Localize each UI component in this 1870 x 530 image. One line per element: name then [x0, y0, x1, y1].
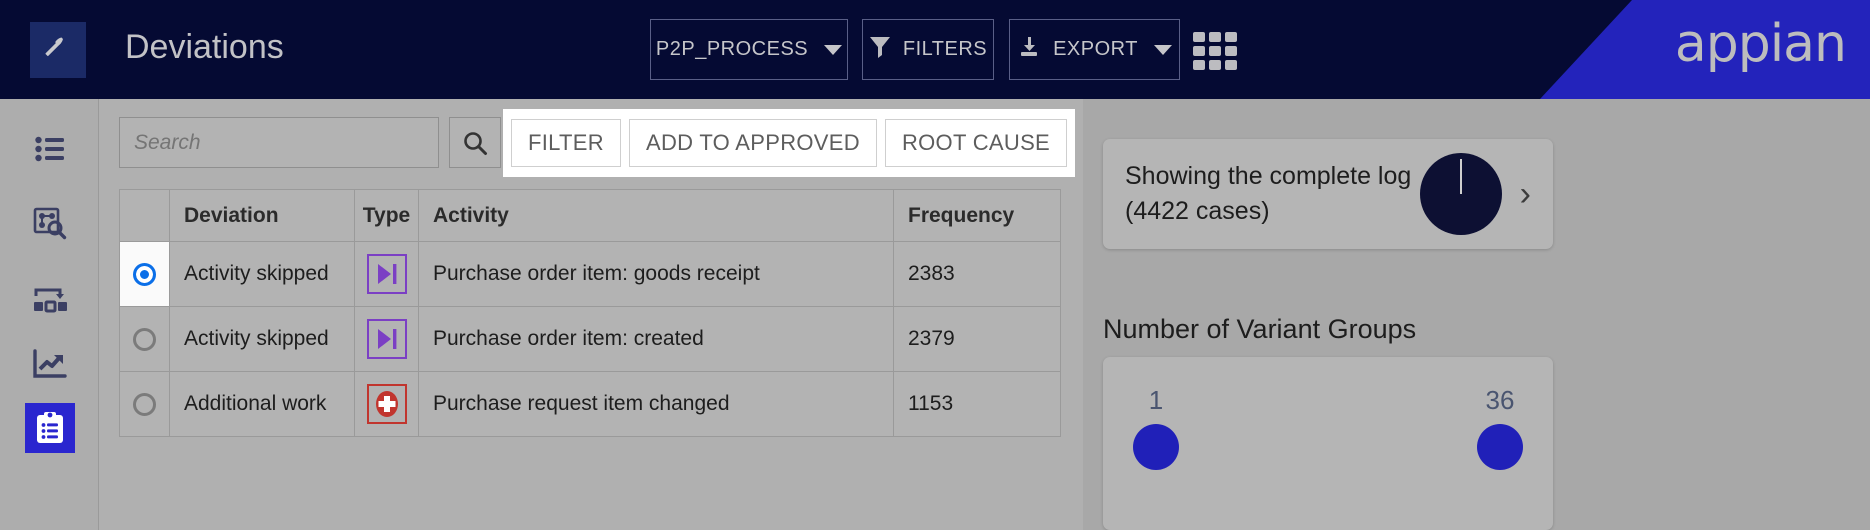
process-search-icon [33, 207, 67, 240]
row-actions-toolbar: FILTER ADD TO APPROVED ROOT CAUSE [503, 109, 1076, 177]
sidebar-item-list[interactable] [25, 124, 75, 174]
column-header-activity[interactable]: Activity [419, 190, 894, 241]
sidebar-item-deviations[interactable] [25, 403, 75, 453]
sidebar-item-process-explorer[interactable] [25, 199, 75, 249]
page-title: Deviations [125, 28, 284, 66]
search-input[interactable] [119, 117, 439, 168]
app-root: appian Deviations P2P_PROCESS FILTERS EX… [0, 0, 1870, 530]
table-row[interactable]: Additional work Purchase request item ch… [120, 372, 1060, 437]
radio-button[interactable] [133, 262, 156, 286]
top-header-bar: appian Deviations P2P_PROCESS FILTERS EX… [0, 0, 1870, 99]
chevron-right-icon[interactable]: › [1520, 175, 1531, 214]
export-button[interactable]: EXPORT [1009, 19, 1180, 80]
appian-logo: appian [1674, 14, 1847, 74]
bulleted-list-icon [35, 136, 64, 162]
cell-frequency: 2379 [908, 327, 955, 350]
sidebar-item-analytics[interactable] [25, 339, 75, 389]
variant-group-dot [1477, 424, 1523, 470]
variant-group-item: 1 [1133, 385, 1179, 470]
variant-group-value: 1 [1148, 385, 1164, 415]
cell-type [355, 242, 419, 306]
row-select-cell[interactable] [120, 307, 170, 371]
column-header-frequency[interactable]: Frequency [894, 190, 1060, 241]
variant-groups-title: Number of Variant Groups [1103, 314, 1417, 344]
radio-button[interactable] [133, 392, 156, 416]
root-cause-button[interactable]: ROOT CAUSE [884, 119, 1068, 167]
deviations-table: Deviation Type Activity Frequency Activi… [119, 189, 1061, 437]
skip-forward-icon [366, 319, 407, 359]
cell-frequency: 1153 [908, 392, 954, 415]
column-header-select [120, 190, 170, 241]
cell-frequency: 2383 [908, 262, 955, 285]
process-flow-icon [34, 288, 67, 313]
cell-deviation: Activity skipped [170, 242, 355, 306]
chevron-down-icon [824, 44, 843, 55]
trend-chart-icon [33, 349, 67, 378]
export-label: EXPORT [1053, 38, 1138, 60]
variant-groups-card[interactable]: 1 36 [1103, 357, 1553, 530]
row-select-cell[interactable] [120, 242, 170, 306]
variant-group-item: 36 [1477, 385, 1523, 470]
donut-chart-icon [1419, 153, 1502, 235]
table-row[interactable]: Activity skipped Purchase order item: cr… [120, 307, 1060, 372]
hammer-pick-icon[interactable] [30, 22, 86, 78]
log-summary-text: Showing the complete log (4422 cases) [1125, 162, 1412, 225]
radio-button[interactable] [133, 327, 156, 351]
main-content: FILTER ADD TO APPROVED ROOT CAUSE Deviat… [99, 99, 1083, 530]
cell-activity: Purchase order item: created [419, 307, 894, 371]
left-sidebar [0, 99, 99, 530]
cell-activity: Purchase request item changed [419, 372, 894, 436]
magnifier-icon [464, 131, 487, 155]
clipboard-list-icon [37, 412, 63, 443]
plus-circle-icon [366, 384, 407, 424]
filters-button[interactable]: FILTERS [862, 19, 994, 80]
funnel-icon [869, 35, 891, 65]
table-row[interactable]: Activity skipped Purchase order item: go… [120, 242, 1060, 307]
add-to-approved-button[interactable]: ADD TO APPROVED [628, 119, 877, 167]
column-header-deviation[interactable]: Deviation [170, 190, 355, 241]
search-submit-button[interactable] [449, 117, 501, 168]
cell-type [355, 372, 419, 436]
variant-group-value: 36 [1485, 385, 1515, 415]
grid-apps-icon[interactable] [1193, 32, 1237, 70]
cell-deviation: Additional work [170, 372, 355, 436]
column-header-type[interactable]: Type [355, 190, 419, 241]
table-header-row: Deviation Type Activity Frequency [120, 190, 1060, 242]
process-selector-button[interactable]: P2P_PROCESS [650, 19, 848, 80]
cell-deviation: Activity skipped [170, 307, 355, 371]
log-summary-card[interactable]: Showing the complete log (4422 cases) › [1103, 139, 1553, 249]
search-field-wrapper [119, 117, 439, 168]
download-icon [1017, 35, 1041, 65]
sidebar-item-process-flow[interactable] [25, 275, 75, 325]
filter-button[interactable]: FILTER [511, 119, 621, 167]
chevron-down-icon [1153, 44, 1172, 55]
right-sidebar: Showing the complete log (4422 cases) › … [1083, 99, 1870, 530]
process-selector-label: P2P_PROCESS [655, 38, 809, 60]
skip-forward-icon [366, 254, 407, 294]
filters-label: FILTERS [902, 38, 988, 60]
row-select-cell[interactable] [120, 372, 170, 436]
cell-type [355, 307, 419, 371]
cell-activity: Purchase order item: goods receipt [419, 242, 894, 306]
variant-group-dot [1133, 424, 1179, 470]
